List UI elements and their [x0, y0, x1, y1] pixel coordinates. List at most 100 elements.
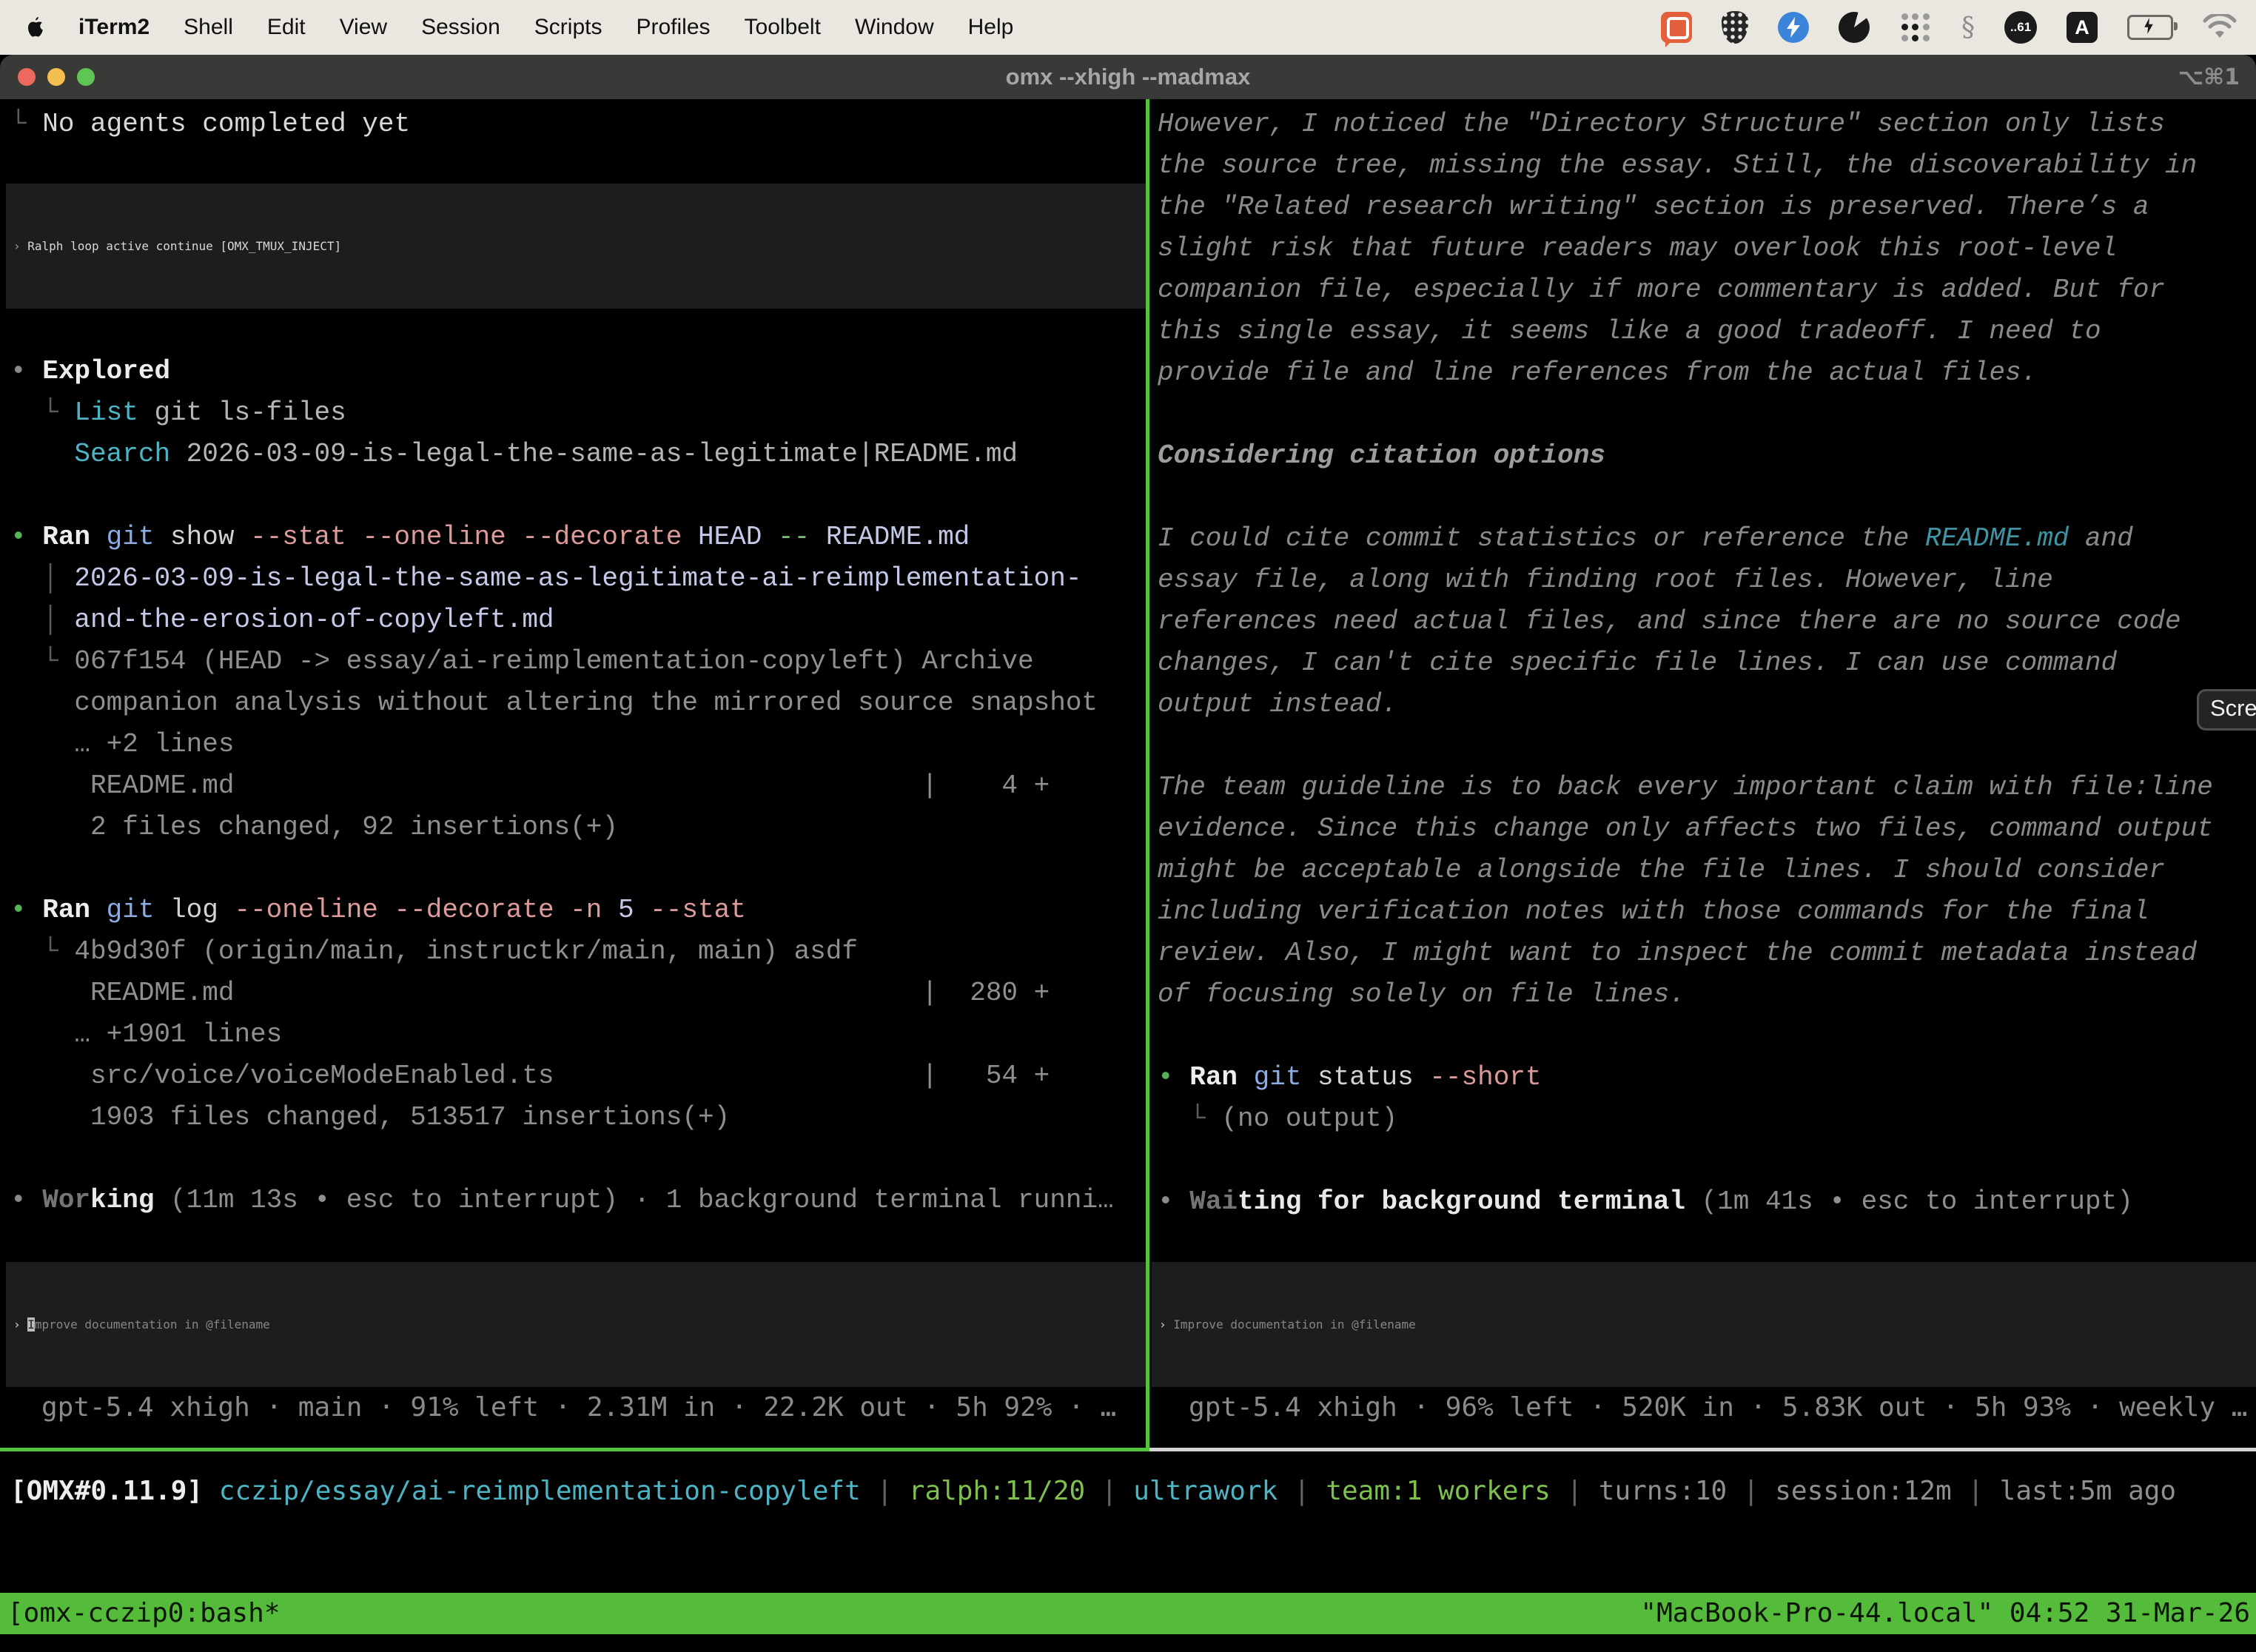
left-session-status: gpt-5.4 xhigh · main · 91% left · 2.31M …	[41, 1387, 1116, 1428]
terminal-line: slight risk that future readers may over…	[1158, 228, 2213, 269]
input-source-icon[interactable]: A	[2067, 12, 2098, 43]
shield-icon[interactable]	[1722, 11, 1748, 44]
left-pane-border-bottom	[0, 1448, 1149, 1451]
terminal-line: … +2 lines	[10, 724, 1114, 765]
window-shortcut-hint: ⌥⌘1	[2178, 64, 2240, 90]
dots-grid-icon[interactable]	[1899, 11, 1932, 44]
terminal-line: companion analysis without altering the …	[10, 682, 1114, 724]
screen-overlay-button[interactable]: Scre	[2197, 689, 2256, 731]
terminal-line: The team guideline is to back every impo…	[1158, 767, 2213, 808]
left-prompt-input[interactable]: › Improve documentation in @filename	[6, 1262, 1146, 1387]
terminal-line: • Ran git status --short	[1158, 1057, 2213, 1098]
terminal-line: └ No agents completed yet	[10, 104, 410, 145]
tmux-host-clock: "MacBook-Pro-44.local" 04:52 31-Mar-26	[1640, 1593, 2256, 1634]
terminal-content: └ No agents completed yet › Ralph loop a…	[0, 99, 2256, 1652]
menu-item-profiles[interactable]: Profiles	[636, 15, 710, 40]
terminal-line: companion file, especially if more comme…	[1158, 269, 2213, 311]
left-pane[interactable]: └ No agents completed yet › Ralph loop a…	[0, 99, 1146, 1448]
terminal-line: 1903 files changed, 513517 insertions(+)	[10, 1097, 1114, 1138]
right-pane-scrollback: However, I noticed the "Directory Struct…	[1158, 104, 2213, 1223]
menu-item-edit[interactable]: Edit	[267, 15, 306, 40]
terminal-line	[1158, 1140, 2213, 1181]
battery-icon[interactable]	[2127, 15, 2173, 40]
left-pane-scrollback: • Explored └ List git ls-files Search 20…	[10, 351, 1114, 1221]
terminal-line: └ 4b9d30f (origin/main, instructkr/main,…	[10, 931, 1114, 973]
terminal-line: this single essay, it seems like a good …	[1158, 311, 2213, 352]
menu-bar: iTerm2 Shell Edit View Session Scripts Profil…	[0, 0, 2256, 55]
terminal-line: provide file and line references from th…	[1158, 352, 2213, 394]
terminal-line: review. Also, I might want to inspect th…	[1158, 933, 2213, 974]
terminal-line: the source tree, missing the essay. Stil…	[1158, 145, 2213, 187]
terminal-line: README.md | 280 +	[10, 973, 1114, 1014]
terminal-line: evidence. Since this change only affects…	[1158, 808, 2213, 850]
terminal-line	[10, 1138, 1114, 1180]
terminal-line: │ 2026-03-09-is-legal-the-same-as-legiti…	[10, 558, 1114, 600]
terminal-line: of focusing solely on file lines.	[1158, 974, 2213, 1015]
battery-badge-icon[interactable]: ..61	[2004, 11, 2037, 44]
terminal-line: However, I noticed the "Directory Struct…	[1158, 104, 2213, 145]
wifi-icon[interactable]	[2203, 14, 2237, 41]
window-title: omx --xhigh --madmax	[0, 64, 2256, 90]
menu-app-name[interactable]: iTerm2	[78, 15, 150, 40]
terminal-line: • Ran git show --stat --oneline --decora…	[10, 517, 1114, 558]
menu-item-help[interactable]: Help	[968, 15, 1014, 40]
menu-item-scripts[interactable]: Scripts	[534, 15, 602, 40]
omx-status-bar: [OMX#0.11.9] cczip/essay/ai-reimplementa…	[10, 1471, 2176, 1512]
menu-bar-left: iTerm2 Shell Edit View Session Scripts Profil…	[0, 15, 1013, 40]
left-prompt-line: › Improve documentation in @filename	[13, 1304, 270, 1346]
terminal-line: • Ran git log --oneline --decorate -n 5 …	[10, 890, 1114, 931]
terminal-line: └ List git ls-files	[10, 392, 1114, 434]
chat-app-icon[interactable]	[1661, 12, 1692, 43]
terminal-line: including verification notes with those …	[1158, 891, 2213, 933]
menu-item-window[interactable]: Window	[855, 15, 934, 40]
terminal-line	[1158, 477, 2213, 518]
terminal-line: 2 files changed, 92 insertions(+)	[10, 807, 1114, 848]
screen: { "menu_bar": { "app_name": "iTerm2", "i…	[0, 0, 2256, 1652]
pac-circle-icon[interactable]	[1839, 12, 1870, 43]
window-titlebar: omx --xhigh --madmax ⌥⌘1	[0, 55, 2256, 99]
menu-item-shell[interactable]: Shell	[184, 15, 233, 40]
terminal-line: output instead.	[1158, 684, 2213, 725]
terminal-line: Considering citation options	[1158, 435, 2213, 477]
right-prompt-input[interactable]: › Improve documentation in @filename	[1152, 1262, 2256, 1387]
right-prompt-line: › Improve documentation in @filename	[1159, 1304, 1416, 1346]
tmux-window-label[interactable]: [omx-cczip0:bash*	[0, 1593, 280, 1634]
terminal-line: I could cite commit statistics or refere…	[1158, 518, 2213, 560]
terminal-line: essay file, along with finding root file…	[1158, 560, 2213, 601]
hook-glyph-icon[interactable]: §	[1961, 13, 1975, 43]
apple-icon[interactable]	[25, 16, 44, 39]
terminal-line: • Waiting for background terminal (1m 41…	[1158, 1181, 2213, 1223]
terminal-line: changes, I can't cite specific file line…	[1158, 642, 2213, 684]
menu-item-view[interactable]: View	[340, 15, 387, 40]
terminal-line: └ (no output)	[1158, 1098, 2213, 1140]
right-session-status: gpt-5.4 xhigh · 96% left · 520K in · 5.8…	[1189, 1387, 2247, 1428]
terminal-line: src/voice/voiceModeEnabled.ts | 54 +	[10, 1055, 1114, 1097]
left-pane-scrollback-top: └ No agents completed yet	[10, 104, 410, 145]
menu-item-session[interactable]: Session	[421, 15, 500, 40]
right-pane[interactable]: However, I noticed the "Directory Struct…	[1152, 99, 2256, 1448]
terminal-line: └ 067f154 (HEAD -> essay/ai-reimplementa…	[10, 641, 1114, 682]
terminal-line: • Explored	[10, 351, 1114, 392]
terminal-line: • Working (11m 13s • esc to interrupt) ·…	[10, 1180, 1114, 1221]
bolt-badge-icon[interactable]	[1778, 12, 1809, 43]
menu-bar-status-icons: § ..61 A	[1661, 11, 2256, 44]
terminal-line: README.md | 4 +	[10, 765, 1114, 807]
pane-divider[interactable]	[1146, 99, 1149, 1451]
terminal-line	[1158, 725, 2213, 767]
terminal-line: the "Related research writing" section i…	[1158, 187, 2213, 228]
terminal-line: Search 2026-03-09-is-legal-the-same-as-l…	[10, 434, 1114, 475]
menu-item-toolbelt[interactable]: Toolbelt	[745, 15, 821, 40]
inject-message-box[interactable]: › Ralph loop active continue [OMX_TMUX_I…	[6, 184, 1146, 309]
inject-message-line: › Ralph loop active continue [OMX_TMUX_I…	[13, 226, 341, 267]
iterm-window: omx --xhigh --madmax ⌥⌘1 └ No agents com…	[0, 55, 2256, 1652]
terminal-line	[1158, 1015, 2213, 1057]
terminal-line	[10, 848, 1114, 890]
terminal-line: references need actual files, and since …	[1158, 601, 2213, 642]
terminal-line: │ and-the-erosion-of-copyleft.md	[10, 600, 1114, 641]
terminal-line	[10, 475, 1114, 517]
terminal-line: might be acceptable alongside the file l…	[1158, 850, 2213, 891]
menu-items-container: Shell Edit View Session Scripts Profiles Toolb…	[184, 15, 1013, 40]
terminal-line	[1158, 394, 2213, 435]
tmux-status-bar: [omx-cczip0:bash* "MacBook-Pro-44.local"…	[0, 1593, 2256, 1634]
right-pane-border-bottom	[1149, 1448, 2256, 1451]
